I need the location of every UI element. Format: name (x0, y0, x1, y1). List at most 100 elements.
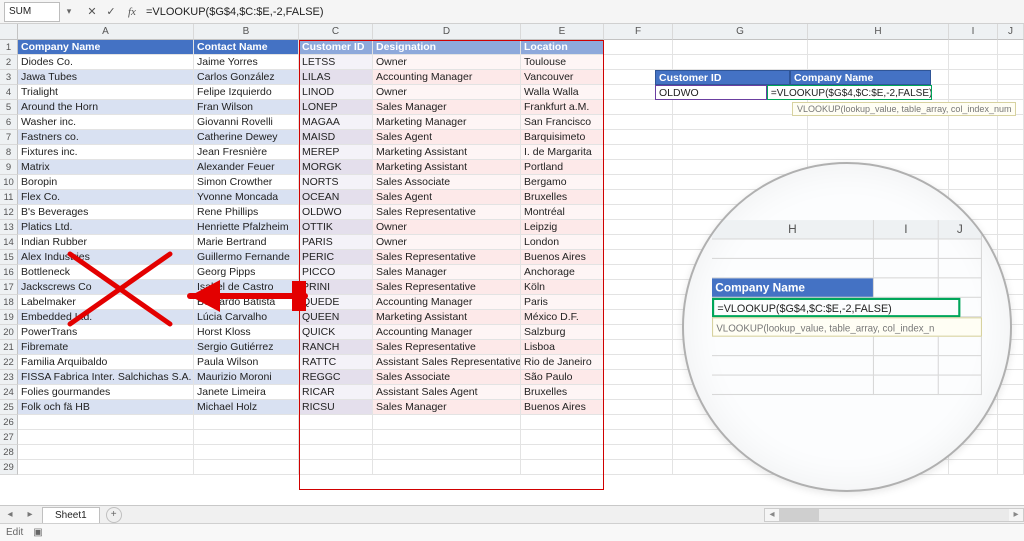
cell-empty[interactable] (949, 145, 998, 160)
row-header[interactable]: 23 (0, 370, 18, 385)
cell-empty[interactable] (604, 145, 673, 160)
cell-data[interactable]: Fixtures inc. (18, 145, 194, 160)
cell-empty[interactable] (373, 430, 521, 445)
cell-empty[interactable] (194, 415, 299, 430)
cell-data[interactable]: Salzburg (521, 325, 604, 340)
cell-empty[interactable] (998, 145, 1024, 160)
cell-empty[interactable] (604, 160, 673, 175)
cell-empty[interactable] (299, 415, 373, 430)
cell-data[interactable]: Alex Industries (18, 250, 194, 265)
cell-empty[interactable] (604, 55, 673, 70)
cell-empty[interactable] (604, 265, 673, 280)
cell-data[interactable]: Rene Phillips (194, 205, 299, 220)
column-header-H[interactable]: H (808, 24, 949, 40)
cell-data[interactable]: REGGC (299, 370, 373, 385)
scroll-left-icon[interactable]: ◂ (765, 509, 779, 521)
cell-data[interactable]: Bruxelles (521, 385, 604, 400)
sheet-tab-active[interactable]: Sheet1 (42, 507, 100, 523)
cell-data[interactable]: Sales Manager (373, 100, 521, 115)
cell-data[interactable]: Marketing Assistant (373, 310, 521, 325)
cell-empty[interactable] (949, 460, 998, 475)
cell-empty[interactable] (998, 175, 1024, 190)
cell-empty[interactable] (998, 220, 1024, 235)
cell-data[interactable]: Bruxelles (521, 190, 604, 205)
cell-data[interactable]: Marketing Assistant (373, 160, 521, 175)
cell-data[interactable]: Fibremate (18, 340, 194, 355)
row-header[interactable]: 1 (0, 40, 18, 55)
column-header-F[interactable]: F (604, 24, 673, 40)
cell-data[interactable]: Sales Representative (373, 205, 521, 220)
cell-data[interactable]: OTTIK (299, 220, 373, 235)
cell-data[interactable]: Folies gourmandes (18, 385, 194, 400)
cell-empty[interactable] (673, 115, 808, 130)
column-header-I[interactable]: I (949, 24, 998, 40)
cell-empty[interactable] (808, 115, 949, 130)
row-header[interactable]: 15 (0, 250, 18, 265)
cell-empty[interactable] (604, 130, 673, 145)
column-header-G[interactable]: G (673, 24, 808, 40)
cell-empty[interactable] (521, 430, 604, 445)
cell-data[interactable]: PRINI (299, 280, 373, 295)
cell-empty[interactable] (673, 70, 808, 85)
cell-data[interactable]: Customer ID (299, 40, 373, 55)
cell-data[interactable]: Walla Walla (521, 85, 604, 100)
cell-data[interactable]: Familia Arquibaldo (18, 355, 194, 370)
cell-empty[interactable] (604, 340, 673, 355)
cell-data[interactable]: Jawa Tubes (18, 70, 194, 85)
cell-data[interactable]: Matrix (18, 160, 194, 175)
cell-data[interactable]: Michael Holz (194, 400, 299, 415)
cell-empty[interactable] (998, 40, 1024, 55)
cell-empty[interactable] (998, 70, 1024, 85)
cell-data[interactable]: Leipzig (521, 220, 604, 235)
cell-data[interactable]: MAGAA (299, 115, 373, 130)
cell-empty[interactable] (604, 400, 673, 415)
tab-nav-next-icon[interactable]: ▸ (27, 509, 32, 520)
cell-data[interactable]: Marketing Manager (373, 115, 521, 130)
cell-empty[interactable] (373, 445, 521, 460)
column-header-D[interactable]: D (373, 24, 521, 40)
cell-data[interactable]: Around the Horn (18, 100, 194, 115)
cell-data[interactable]: Contact Name (194, 40, 299, 55)
cell-empty[interactable] (673, 55, 808, 70)
cell-data[interactable]: Boropin (18, 175, 194, 190)
cell-empty[interactable] (998, 130, 1024, 145)
cell-data[interactable]: Owner (373, 55, 521, 70)
cell-data[interactable]: LONEP (299, 100, 373, 115)
cell-data[interactable]: Horst Kloss (194, 325, 299, 340)
cell-data[interactable]: Assistant Sales Agent (373, 385, 521, 400)
row-header[interactable]: 29 (0, 460, 18, 475)
cell-empty[interactable] (998, 205, 1024, 220)
cell-data[interactable]: México D.F. (521, 310, 604, 325)
cell-data[interactable]: LINOD (299, 85, 373, 100)
cell-data[interactable]: Sales Representative (373, 280, 521, 295)
row-header[interactable]: 19 (0, 310, 18, 325)
cell-data[interactable]: RATTC (299, 355, 373, 370)
cell-data[interactable]: Designation (373, 40, 521, 55)
cell-empty[interactable] (604, 370, 673, 385)
cell-data[interactable]: Bernardo Batista (194, 295, 299, 310)
cell-data[interactable]: Janete Limeira (194, 385, 299, 400)
cell-data[interactable]: Lúcia Carvalho (194, 310, 299, 325)
cell-data[interactable]: Folk och fä HB (18, 400, 194, 415)
cell-data[interactable]: Vancouver (521, 70, 604, 85)
cell-data[interactable]: Paris (521, 295, 604, 310)
cell-data[interactable]: PICCO (299, 265, 373, 280)
cell-empty[interactable] (604, 190, 673, 205)
name-box-dropdown-icon[interactable]: ▾ (64, 6, 74, 17)
cell-data[interactable]: MEREP (299, 145, 373, 160)
cell-empty[interactable] (299, 460, 373, 475)
cell-data[interactable]: Sales Associate (373, 370, 521, 385)
cell-data[interactable]: Embedded Ltd. (18, 310, 194, 325)
cell-empty[interactable] (998, 115, 1024, 130)
cell-data[interactable]: MAISD (299, 130, 373, 145)
cell-data[interactable]: LILAS (299, 70, 373, 85)
row-header[interactable]: 26 (0, 415, 18, 430)
row-header[interactable]: 9 (0, 160, 18, 175)
cell-data[interactable]: Washer inc. (18, 115, 194, 130)
cell-data[interactable]: PARIS (299, 235, 373, 250)
cell-data[interactable]: Guillermo Fernande (194, 250, 299, 265)
cell-empty[interactable] (604, 115, 673, 130)
cell-empty[interactable] (18, 415, 194, 430)
cell-empty[interactable] (808, 130, 949, 145)
scroll-thumb[interactable] (779, 509, 819, 521)
